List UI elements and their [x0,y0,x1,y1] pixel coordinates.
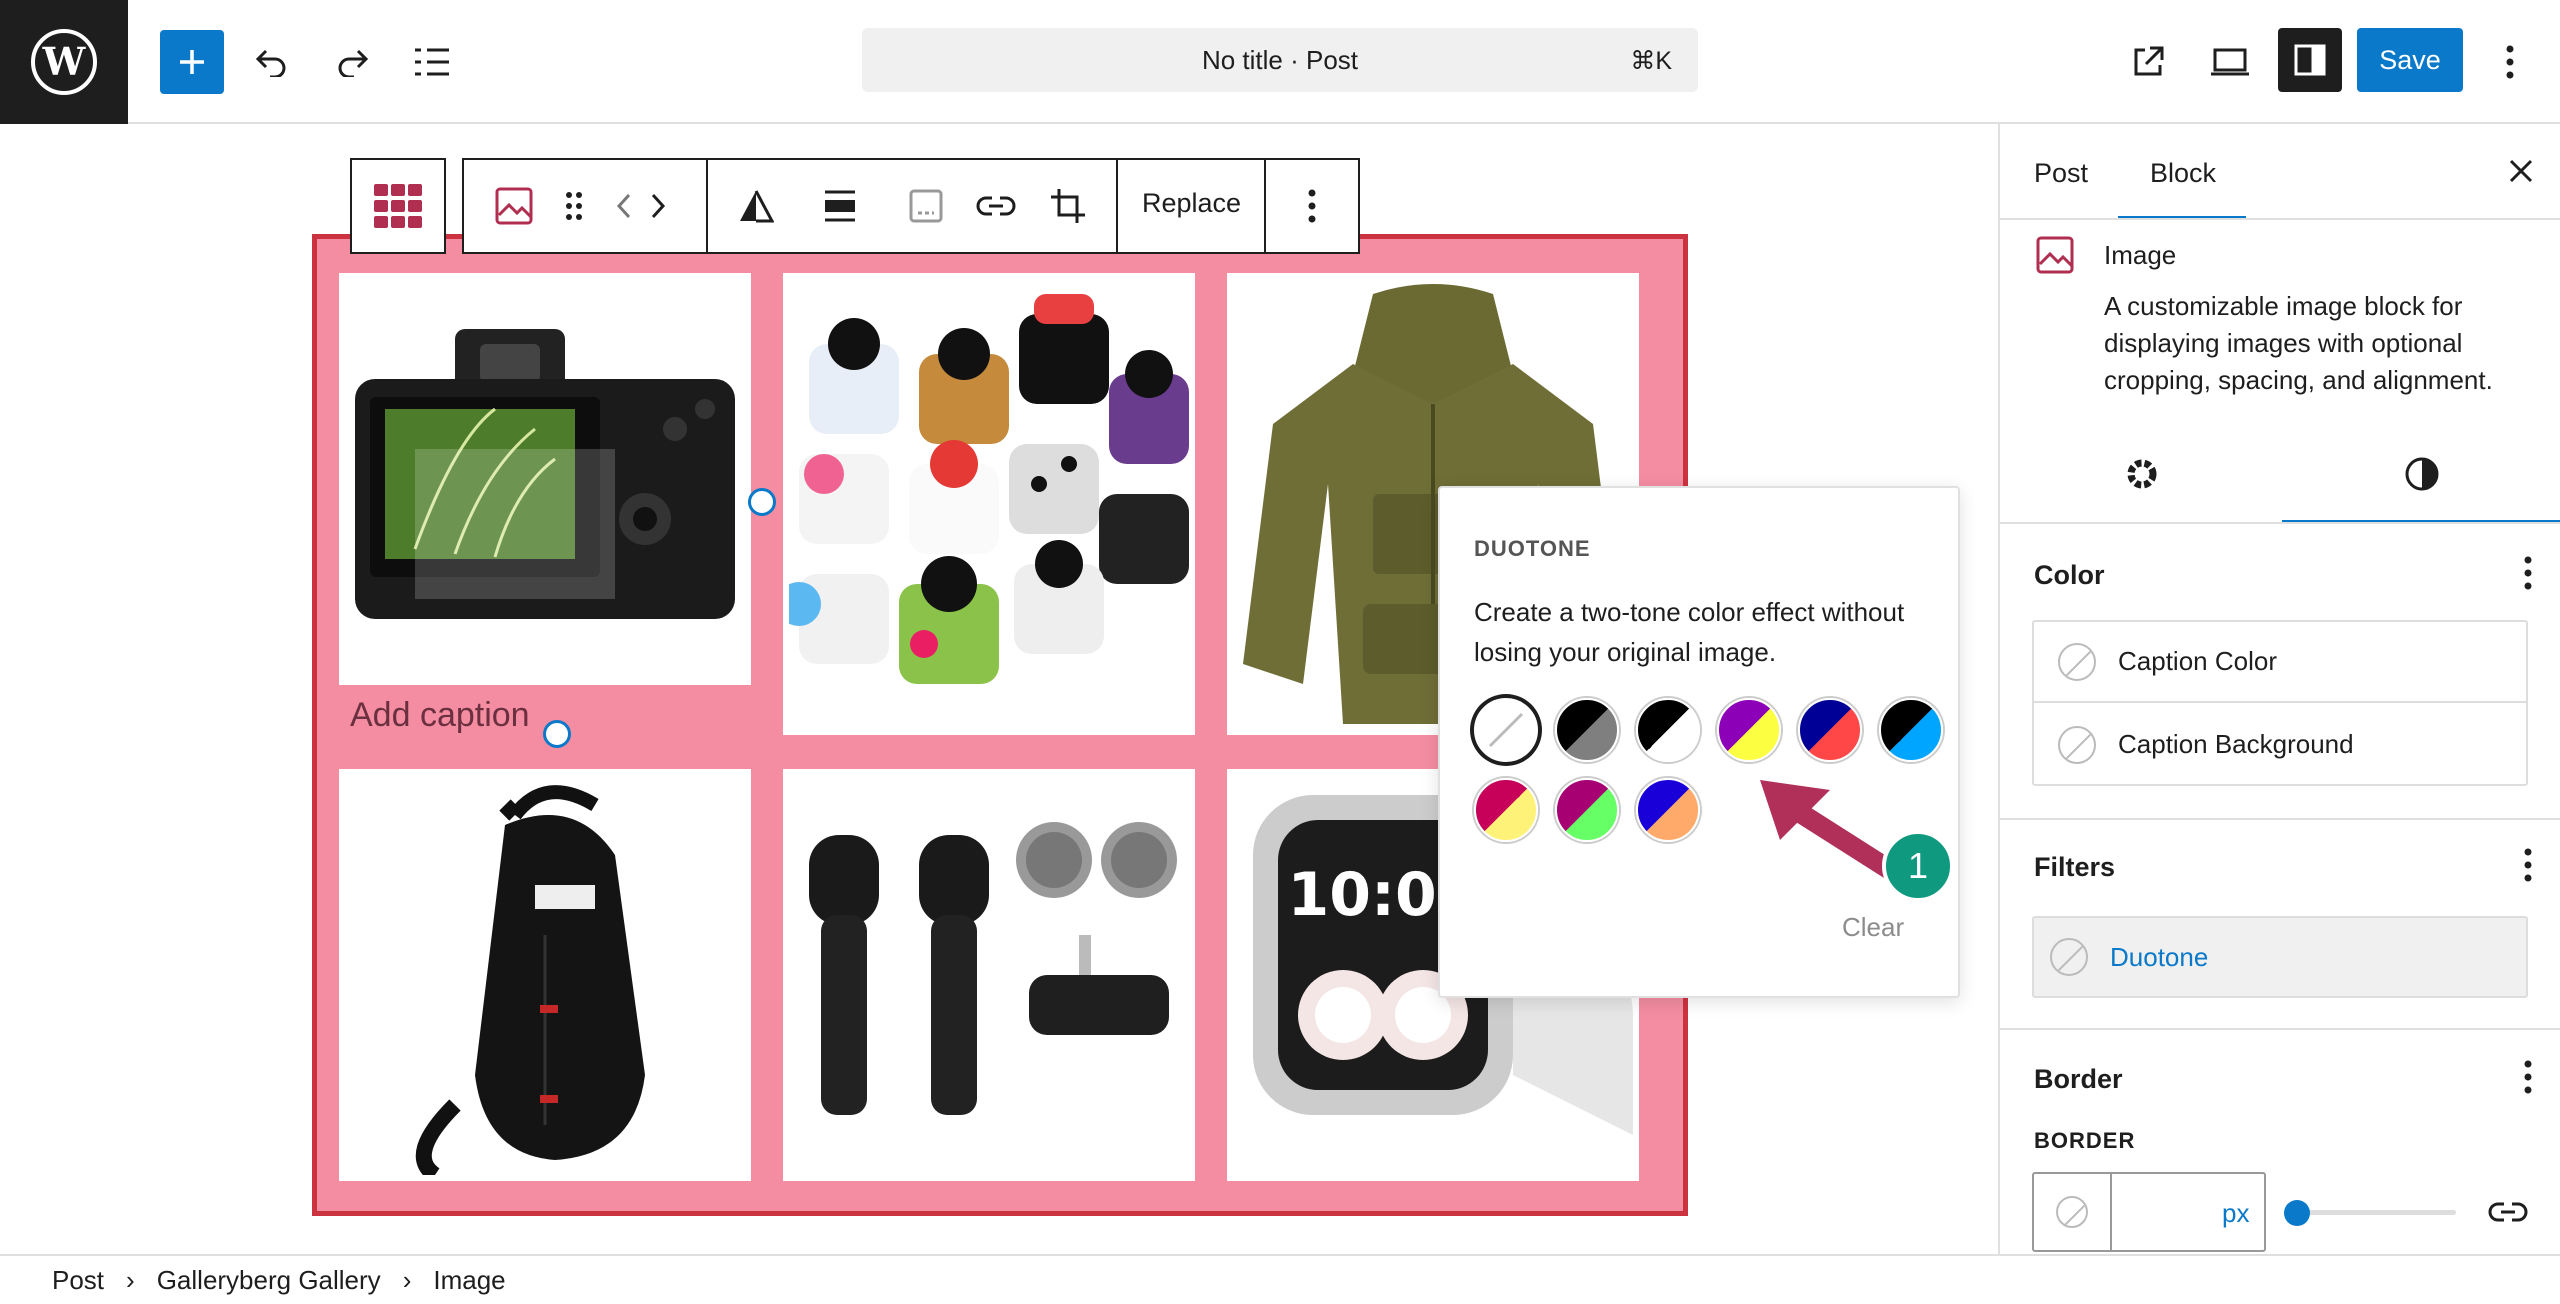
drag-handle-icon[interactable] [550,182,598,230]
settings-sidebar: Post Block Image A customizable image bl… [1998,124,2560,1256]
filters-options-kebab-icon[interactable] [2524,848,2532,882]
caption-background-option[interactable]: Caption Background [2034,704,2526,785]
styles-contrast-icon[interactable] [2404,456,2440,492]
block-options-kebab-icon[interactable] [1288,182,1336,230]
empty-swatch-icon [2058,725,2096,764]
image-block-icon[interactable] [490,182,538,230]
fidget-cubes-icon [789,294,1189,684]
breadcrumb: Post › Galleryberg Gallery › Image [0,1254,2560,1304]
duotone-filter-item[interactable]: Duotone [2032,916,2528,998]
border-width-control[interactable]: px [2032,1172,2266,1252]
duotone-swatch-purple-yellow[interactable] [1717,698,1781,762]
undo-icon[interactable] [240,30,304,94]
svg-text:W: W [42,39,87,84]
command-palette-button[interactable]: No title · Post ⌘K [862,28,1698,92]
settings-gear-icon[interactable] [2124,456,2160,492]
duotone-swatch-none[interactable] [1474,698,1538,762]
caption-color-label: Caption Color [2118,646,2277,676]
tab-post[interactable]: Post [2034,158,2088,189]
color-options-list: Caption Color Caption Background [2032,620,2528,786]
border-color-button[interactable] [2034,1174,2112,1250]
color-options-kebab-icon[interactable] [2524,556,2532,590]
border-options-kebab-icon[interactable] [2524,1060,2532,1094]
filters-section-title[interactable]: Filters [2034,852,2115,883]
empty-swatch-icon [2056,1196,2088,1228]
wordpress-logo-icon[interactable]: W [0,0,128,124]
border-unit[interactable]: px [2222,1198,2249,1229]
settings-sidebar-toggle[interactable] [2278,28,2342,92]
save-button[interactable]: Save [2357,28,2463,92]
duotone-swatch-magenta-yellow[interactable] [1474,778,1538,842]
caption-icon[interactable] [902,182,950,230]
border-label: BORDER [2034,1128,2136,1153]
border-slider-track[interactable] [2294,1210,2456,1215]
chevron-right-icon: › [402,1264,412,1295]
border-slider-handle[interactable] [2284,1200,2310,1226]
sling-bag-icon [415,785,645,1175]
caption-input[interactable]: Add caption [350,696,530,735]
block-description: A customizable image block for displayin… [2104,291,2493,395]
border-section-title[interactable]: Border [2034,1064,2123,1095]
view-post-icon[interactable] [2116,30,2180,94]
crop-icon[interactable] [1044,182,1092,230]
resize-handle-right[interactable] [748,488,776,516]
sidebar-icon [2294,44,2326,76]
unlink-sides-icon[interactable] [2488,1196,2528,1228]
breadcrumb-gallery[interactable]: Galleryberg Gallery [157,1265,381,1296]
microphone-icon [809,822,1177,1115]
caption-background-label: Caption Background [2118,729,2354,759]
move-right-icon[interactable] [642,182,674,230]
gallery-image-fidget-cubes[interactable] [783,273,1195,735]
move-left-icon[interactable] [608,182,640,230]
options-kebab-icon[interactable] [2478,30,2542,94]
close-icon[interactable] [2508,158,2540,190]
annotation-badge: 1 [1882,830,1954,902]
duotone-filter-label: Duotone [2110,941,2209,972]
device-preview-icon[interactable] [2198,30,2262,94]
breadcrumb-post[interactable]: Post [52,1265,104,1296]
empty-swatch-icon [2058,642,2096,681]
resize-handle-bottom[interactable] [543,720,571,748]
redo-icon[interactable] [320,30,384,94]
clear-button[interactable]: Clear [1842,912,1904,943]
duotone-swatch-dark-grayscale[interactable] [1555,698,1619,762]
gallery-image-sling-bag[interactable] [339,769,751,1181]
tab-block[interactable]: Block [2150,158,2216,189]
top-toolbar: W No title · Post ⌘K Save [0,0,2560,124]
post-title: No title · Post [1201,44,1359,75]
duotone-title: DUOTONE [1474,536,1591,561]
duotone-swatch-grayscale[interactable] [1636,698,1700,762]
chevron-right-icon: › [126,1264,135,1295]
camera-icon [355,329,735,619]
duotone-swatch-blue-red[interactable] [1798,698,1862,762]
block-toolbar: Replace [462,158,1360,254]
duotone-popover: DUOTONE Create a two-tone color effect w… [1438,486,1960,998]
duotone-description: Create a two-tone color effect without l… [1474,597,1905,667]
gallery-grid-icon [374,184,422,228]
document-overview-icon[interactable] [400,30,464,94]
gallery-image-wireless-microphones[interactable] [783,769,1195,1181]
select-parent-gallery-button[interactable] [350,158,446,254]
gallery-image-camera[interactable] [339,273,751,685]
block-name: Image [2104,240,2177,270]
duotone-swatch-blue-orange[interactable] [1636,778,1700,842]
add-block-button[interactable] [160,30,224,94]
duotone-filter-icon[interactable] [732,182,780,230]
duotone-swatch-midnight[interactable] [1879,698,1943,762]
duotone-swatch-purple-green[interactable] [1555,778,1619,842]
color-section-title[interactable]: Color [2034,560,2105,591]
align-icon[interactable] [816,182,864,230]
image-block-icon [2036,236,2074,274]
shortcut-hint: ⌘K [1630,47,1672,75]
caption-color-option[interactable]: Caption Color [2034,622,2526,703]
breadcrumb-image[interactable]: Image [433,1265,505,1296]
link-icon[interactable] [972,182,1020,230]
replace-button[interactable]: Replace [1142,188,1241,219]
empty-swatch-icon [2050,938,2088,976]
